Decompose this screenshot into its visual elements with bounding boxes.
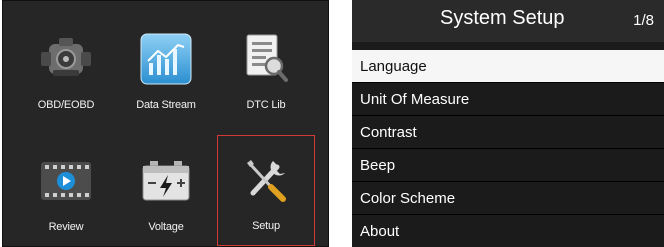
tile-label: Voltage <box>148 221 184 233</box>
menu-tile-data-stream[interactable]: Data Stream <box>117 15 215 119</box>
main-menu-screen: OBD/EOBD Data Stream DTC Lib Review Volt… <box>2 0 329 247</box>
tile-label: DTC Lib <box>246 99 286 111</box>
review-film-icon <box>36 153 96 209</box>
setup-item-about[interactable]: About <box>352 215 664 247</box>
battery-icon <box>136 153 196 209</box>
dtc-library-icon <box>236 31 296 87</box>
menu-tile-dtc-lib[interactable]: DTC Lib <box>217 15 315 119</box>
tile-label: Review <box>48 221 84 233</box>
menu-tile-voltage[interactable]: Voltage <box>117 137 215 241</box>
page-title: System Setup <box>440 7 565 29</box>
menu-tile-review[interactable]: Review <box>17 137 115 241</box>
setup-item-contrast[interactable]: Contrast <box>352 116 664 149</box>
menu-tile-setup[interactable]: Setup <box>217 135 315 246</box>
setup-header: System Setup 1/8 <box>352 0 664 42</box>
setup-item-beep[interactable]: Beep <box>352 149 664 182</box>
setup-item-color-scheme[interactable]: Color Scheme <box>352 182 664 215</box>
data-stream-icon <box>136 31 196 87</box>
setup-item-unit-of-measure[interactable]: Unit Of Measure <box>352 83 664 116</box>
page-indicator: 1/8 <box>633 12 654 29</box>
system-setup-screen: System Setup 1/8 Language Unit Of Measur… <box>352 0 664 247</box>
menu-tile-obd-eobd[interactable]: OBD/EOBD <box>17 15 115 119</box>
wrench-screwdriver-icon <box>236 152 296 208</box>
tile-label: OBD/EOBD <box>37 99 95 111</box>
setup-menu-list: Language Unit Of Measure Contrast Beep C… <box>352 50 664 247</box>
tile-label: Data Stream <box>136 99 196 111</box>
engine-icon <box>36 31 96 87</box>
setup-item-language[interactable]: Language <box>352 50 664 83</box>
tile-label: Setup <box>252 220 280 232</box>
